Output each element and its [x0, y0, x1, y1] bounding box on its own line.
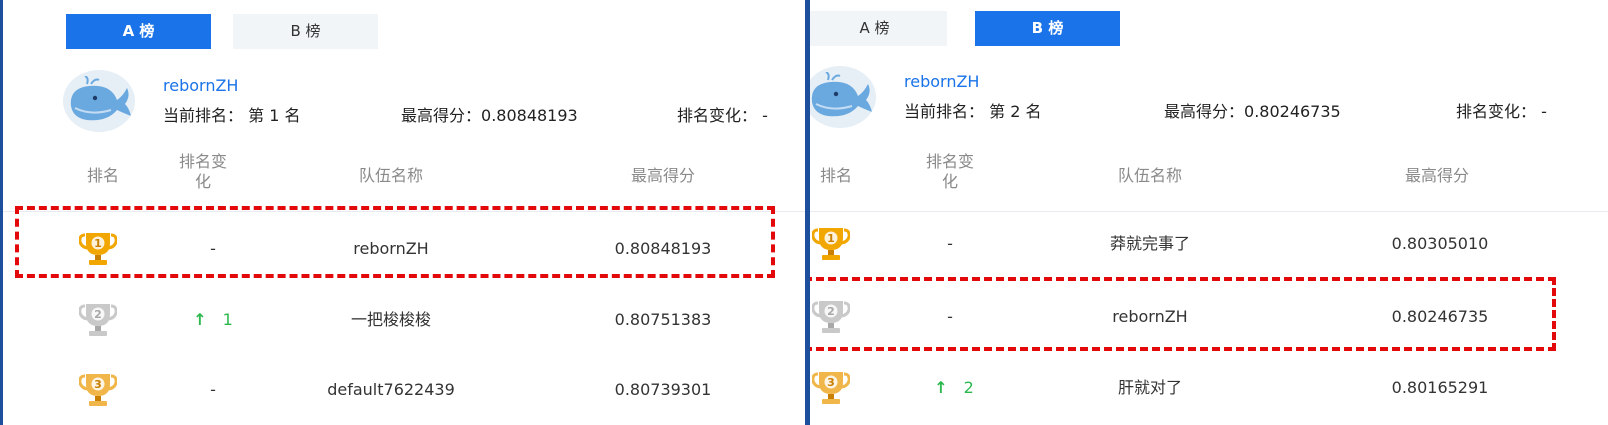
header-divider — [3, 211, 805, 212]
header-rank-change: 排名变 化 — [163, 152, 243, 192]
user-name[interactable]: rebornZH — [163, 76, 238, 95]
table-row: 3 ↑ 2 肝就对了 0.80165291 — [810, 354, 1608, 422]
row-score: 0.80751383 — [614, 310, 712, 329]
header-rank-change-line1: 排名变 — [925, 152, 974, 171]
svg-text:3: 3 — [827, 376, 835, 389]
leaderboard-tabs: A 榜 B 榜 — [810, 11, 1120, 46]
row-rank-change-value: 2 — [963, 378, 974, 397]
whale-icon — [810, 66, 876, 128]
table-row: 1 - 莽就完事了 0.80305010 — [810, 210, 1608, 278]
row-score: 0.80848193 — [614, 239, 712, 258]
row-rank-change: - — [947, 234, 953, 253]
rank-change: 排名变化： - — [677, 102, 768, 126]
trophy-icon: 1 — [810, 210, 852, 278]
row-rank-change-value: 1 — [222, 310, 233, 329]
trophy-icon: 2 — [73, 286, 123, 354]
svg-text:2: 2 — [827, 305, 835, 318]
leaderboard-panel-a: A 榜 B 榜 rebornZH 当前排名： 第 1 名 最高得分：0.8084… — [3, 0, 805, 425]
header-rank-change: 排名变 化 — [910, 152, 990, 192]
current-rank: 当前排名： 第 2 名 — [904, 98, 1041, 122]
rank-change-value: - — [762, 106, 768, 125]
tab-a-board[interactable]: A 榜 — [66, 14, 211, 49]
header-team-name: 队伍名称 — [358, 166, 423, 185]
header-rank-change-line2: 化 — [194, 172, 211, 191]
best-score-label: 最高得分： — [401, 106, 482, 125]
current-rank-label: 当前排名： — [904, 102, 985, 121]
row-team-name: default7622439 — [327, 380, 455, 399]
current-rank: 当前排名： 第 1 名 — [163, 102, 300, 126]
best-score: 最高得分：0.80848193 — [401, 102, 578, 126]
table-row: 2 ↑ 1 一把梭梭梭 0.80751383 — [3, 286, 805, 354]
row-score: 0.80165291 — [1391, 378, 1489, 397]
row-score: 0.80739301 — [614, 380, 712, 399]
user-name[interactable]: rebornZH — [904, 72, 979, 91]
tab-b-board[interactable]: B 榜 — [233, 14, 378, 49]
svg-text:1: 1 — [827, 232, 835, 245]
row-rank-change: ↑ 1 — [173, 286, 253, 354]
tab-a-board[interactable]: A 榜 — [810, 11, 947, 46]
arrow-up-icon: ↑ — [934, 378, 948, 397]
arrow-up-icon: ↑ — [193, 310, 207, 329]
trophy-icon: 3 — [810, 354, 852, 422]
row-rank-change: - — [210, 239, 216, 258]
tab-b-board[interactable]: B 榜 — [975, 11, 1120, 46]
table-row: 2 - rebornZH 0.80246735 — [810, 283, 1608, 351]
row-rank-change: - — [947, 307, 953, 326]
best-score-label: 最高得分： — [1164, 102, 1245, 121]
header-team-name: 队伍名称 — [1117, 166, 1182, 185]
rank-change-label: 排名变化： — [677, 106, 758, 125]
row-score: 0.80246735 — [1391, 307, 1489, 326]
best-score-value: 0.80848193 — [481, 106, 578, 125]
rank-change: 排名变化： - — [1456, 98, 1547, 122]
row-team-name: rebornZH — [353, 239, 429, 258]
svg-text:3: 3 — [94, 378, 102, 391]
best-score: 最高得分：0.80246735 — [1164, 98, 1341, 122]
header-rank: 排名 — [86, 166, 119, 185]
leaderboard-panel-b: A 榜 B 榜 rebornZH 当前排名： 第 2 名 最高得分：0.8024… — [810, 0, 1608, 425]
table-header: 排名 排名变 化 队伍名称 最高得分 — [3, 148, 805, 206]
header-rank-change-line2: 化 — [941, 172, 958, 191]
trophy-icon: 3 — [73, 356, 123, 424]
leaderboard-tabs: A 榜 B 榜 — [66, 14, 378, 49]
row-score: 0.80305010 — [1391, 234, 1489, 253]
best-score-value: 0.80246735 — [1244, 102, 1341, 121]
header-rank-change-line1: 排名变 — [178, 152, 227, 171]
current-rank-value: 第 2 名 — [989, 102, 1042, 121]
header-best-score: 最高得分 — [1404, 166, 1469, 185]
row-rank-change: ↑ 2 — [914, 354, 994, 422]
svg-text:1: 1 — [94, 237, 102, 250]
header-rank: 排名 — [819, 166, 852, 185]
current-rank-label: 当前排名： — [163, 106, 244, 125]
table-header: 排名 排名变 化 队伍名称 最高得分 — [810, 148, 1608, 206]
table-row: 1 - rebornZH 0.80848193 — [3, 215, 805, 283]
whale-icon — [63, 70, 135, 132]
current-rank-value: 第 1 名 — [248, 106, 301, 125]
row-team-name: rebornZH — [1112, 307, 1188, 326]
trophy-icon: 2 — [810, 283, 852, 351]
svg-text:2: 2 — [94, 308, 102, 321]
row-team-name: 肝就对了 — [1117, 378, 1182, 397]
row-team-name: 一把梭梭梭 — [350, 310, 431, 329]
header-best-score: 最高得分 — [630, 166, 695, 185]
row-rank-change: - — [210, 380, 216, 399]
rank-change-label: 排名变化： — [1456, 102, 1537, 121]
row-team-name: 莽就完事了 — [1109, 234, 1190, 253]
rank-change-value: - — [1541, 102, 1547, 121]
trophy-icon: 1 — [73, 215, 123, 283]
table-row: 3 - default7622439 0.80739301 — [3, 356, 805, 424]
